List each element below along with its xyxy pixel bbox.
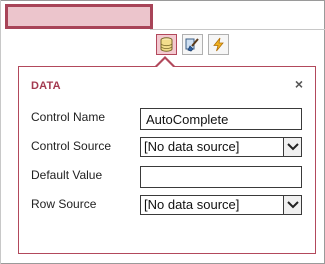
formatting-button[interactable] <box>182 34 203 55</box>
control-source-value: [No data source] <box>144 139 240 154</box>
grid-guide-vertical <box>0 0 1 264</box>
control-source-select[interactable]: [No data source] <box>140 137 302 157</box>
grid-guide-horizontal <box>150 29 325 30</box>
row-source-dropdown-button[interactable] <box>283 196 301 214</box>
database-icon <box>160 37 173 52</box>
paint-brush-icon <box>185 38 199 52</box>
chevron-down-icon <box>286 201 299 209</box>
control-name-input[interactable] <box>140 108 302 130</box>
data-properties-panel: DATA × Control Name Control Source [No d… <box>18 66 316 254</box>
row-source-select[interactable]: [No data source] <box>140 195 302 215</box>
selected-autocomplete-control[interactable] <box>5 4 153 29</box>
panel-pointer-fill <box>157 59 173 67</box>
control-source-label: Control Source <box>31 139 112 153</box>
control-source-dropdown-button[interactable] <box>283 138 301 156</box>
row-source-value: [No data source] <box>144 197 240 212</box>
row-source-label: Row Source <box>31 197 97 211</box>
actions-button[interactable] <box>208 34 229 55</box>
control-name-label: Control Name <box>31 110 106 124</box>
panel-title: DATA <box>31 80 61 92</box>
chevron-down-icon <box>286 143 299 151</box>
lightning-icon <box>213 37 224 52</box>
close-icon[interactable]: × <box>291 76 307 92</box>
default-value-input[interactable] <box>140 166 302 188</box>
data-button[interactable] <box>156 34 177 55</box>
default-value-label: Default Value <box>31 168 103 182</box>
